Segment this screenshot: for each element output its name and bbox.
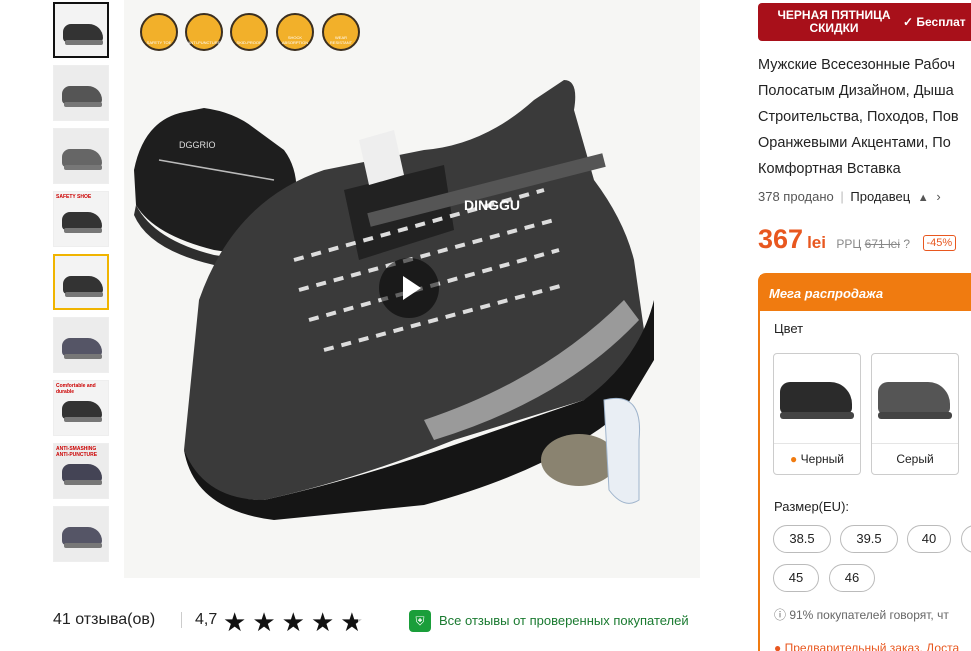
info-icon: ● (774, 641, 782, 651)
promo-banner[interactable]: ЧЕРНАЯ ПЯТНИЦА СКИДКИ ✓ Бесплат (758, 3, 971, 41)
half-star-icon: ★ (340, 607, 370, 637)
thumbnail-caption: Comfortable and durable (56, 383, 96, 395)
thumbnail-1[interactable] (53, 2, 109, 58)
thumbnail-strip: SAFETY SHOE Comfortable and durable ANTI… (53, 0, 113, 580)
size-label: Размер(EU): (774, 499, 850, 514)
seller-badge-icon: ▲ (917, 192, 929, 204)
divider (181, 612, 182, 628)
thumbnail-9[interactable] (53, 506, 109, 562)
size-option[interactable]: 46 (829, 564, 875, 592)
svg-text:DGGRIO: DGGRIO (179, 140, 216, 150)
help-icon[interactable]: ? (903, 237, 910, 251)
flame-icon: ● (790, 452, 798, 466)
shoe-sole (780, 412, 854, 419)
price-block: 367 lei РРЦ 671 lei ? -45% (758, 224, 957, 255)
color-name: Серый (896, 452, 934, 466)
star-icon: ★ (281, 607, 311, 637)
main-product-image[interactable]: SAFETY TOE ANTI-PUNCTURE SKID-PROOF SHOC… (124, 0, 700, 578)
rating-stars: ★★★★★ (223, 607, 370, 638)
size-option[interactable]: 45 (773, 564, 819, 592)
promo-benefit: ✓ Бесплат (903, 15, 966, 29)
preorder-text: Предварительный заказ. Доста (784, 641, 960, 651)
thumbnail-2[interactable] (53, 65, 109, 121)
buyer-insight: ⓘ 91% покупателей говорят, чт (774, 608, 949, 622)
title-line: Полосатым Дизайном, Дыша (758, 83, 954, 99)
shield-check-icon: ⛨ (409, 610, 431, 632)
current-price: 367 (758, 224, 804, 254)
rating-value: 4,7 (195, 611, 218, 628)
discount-badge: -45% (922, 235, 957, 251)
mega-sale-panel: Мега распродажа Цвет ● Черный Серый Разм… (758, 273, 971, 651)
thumbnail-7[interactable]: Comfortable and durable (53, 380, 109, 436)
title-line: Оранжевыми Акцентами, По (758, 135, 951, 151)
size-option-partial[interactable] (961, 525, 971, 553)
divider: | (840, 189, 844, 204)
chevron-right-icon[interactable]: › (936, 189, 940, 204)
divider (872, 443, 958, 444)
thumbnail-caption: SAFETY SHOE (56, 194, 92, 200)
thumbnail-3[interactable] (53, 128, 109, 184)
star-icon: ★ (252, 607, 282, 637)
divider (774, 443, 860, 444)
currency: lei (807, 233, 826, 252)
shoe-sole (878, 412, 952, 419)
thumbnail-8[interactable]: ANTI-SMASHING ANTI-PUNCTURE (53, 443, 109, 499)
mega-sale-title: Мега распродажа (769, 286, 884, 301)
sales-info: 378 продано | Продавец ▲ › (758, 189, 941, 204)
shoe-thumbnail (878, 382, 950, 414)
shoe-thumbnail (780, 382, 852, 414)
color-option-black[interactable]: ● Черный (773, 353, 861, 475)
thumbnail-caption: ANTI-SMASHING ANTI-PUNCTURE (56, 446, 98, 458)
thumbnail-5[interactable] (53, 254, 109, 310)
rrp-label: РРЦ 671 lei ? (836, 237, 911, 251)
verified-reviews-text: Все отзывы от проверенных покупателей (439, 613, 689, 628)
star-icon: ★ (223, 607, 253, 637)
sold-count: 378 продано (758, 189, 834, 204)
reviews-count-link[interactable]: 41 отзыва(ов) (53, 611, 155, 629)
product-title: Мужские Всесезонные Рабоч Полосатым Диза… (758, 52, 971, 182)
title-line: Комфортная Вставка (758, 161, 901, 177)
play-video-icon[interactable] (379, 258, 439, 318)
size-option[interactable]: 38.5 (773, 525, 831, 553)
title-line: Мужские Всесезонные Рабоч (758, 57, 956, 73)
product-details: ЧЕРНАЯ ПЯТНИЦА СКИДКИ ✓ Бесплат Мужские … (758, 0, 971, 651)
thumbnail-4[interactable]: SAFETY SHOE (53, 191, 109, 247)
promo-label: ЧЕРНАЯ ПЯТНИЦА СКИДКИ (777, 8, 891, 35)
thumbnail-6[interactable] (53, 317, 109, 373)
mega-sale-header: Мега распродажа (760, 275, 971, 311)
preorder-notice: ● Предварительный заказ. Доста (774, 641, 959, 651)
star-icon: ★ (310, 607, 341, 637)
old-price: 671 lei (864, 237, 901, 251)
size-option[interactable]: 39.5 (840, 525, 898, 553)
color-option-grey[interactable]: Серый (871, 353, 959, 475)
color-option-label: ● Черный (774, 452, 860, 466)
reviews-bar: 41 отзыва(ов) 4,7 ★★★★★ ⛨ Все отзывы от … (53, 606, 701, 638)
color-label: Цвет (774, 321, 804, 336)
size-option[interactable]: 40 (907, 525, 951, 553)
color-name: Черный (800, 452, 844, 466)
brand-text: DINGGU (464, 197, 520, 213)
title-line: Строительства, Походов, Пов (758, 109, 959, 125)
seller-link[interactable]: Продавец (850, 189, 910, 204)
